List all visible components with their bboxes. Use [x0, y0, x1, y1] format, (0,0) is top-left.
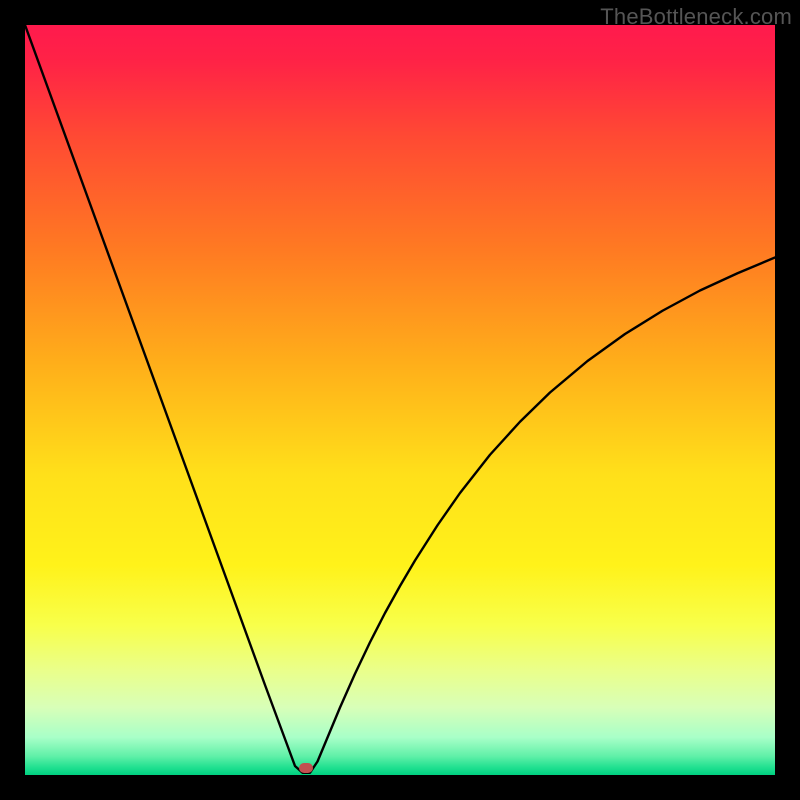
plot-area	[25, 25, 775, 775]
chart-svg	[25, 25, 775, 775]
watermark-text: TheBottleneck.com	[600, 4, 792, 30]
chart-frame: TheBottleneck.com	[0, 0, 800, 800]
optimal-point-marker	[299, 763, 313, 773]
gradient-background	[25, 25, 775, 775]
